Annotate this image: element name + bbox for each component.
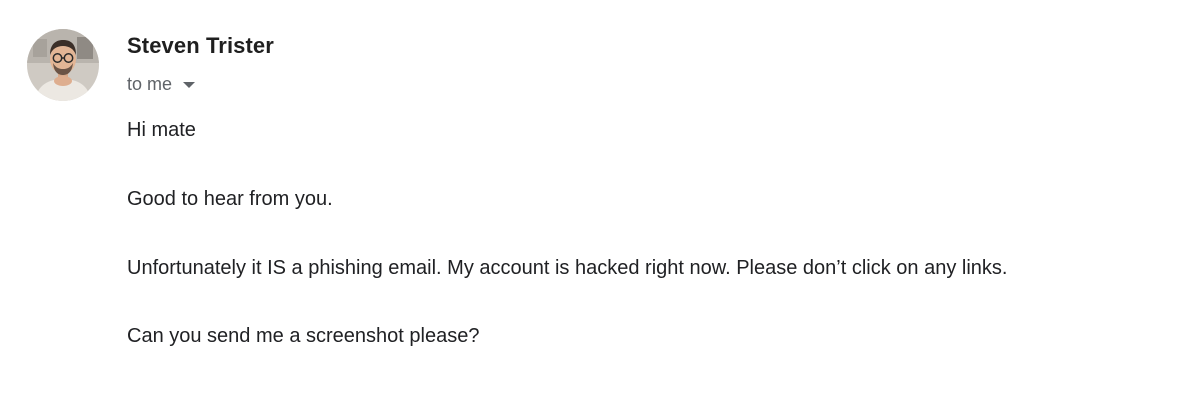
recipient-details-toggle[interactable]: to me bbox=[127, 72, 196, 96]
caret-down-icon[interactable] bbox=[183, 82, 196, 88]
profile-photo-avatar bbox=[27, 29, 99, 101]
sender-avatar[interactable] bbox=[27, 29, 99, 101]
recipient-label: to me bbox=[127, 73, 173, 94]
message-line: Hi mate bbox=[127, 119, 196, 141]
message-line: Can you send me a screenshot please? bbox=[127, 325, 480, 347]
email-message: Steven Trister to me Hi mate Good to hea… bbox=[0, 0, 1200, 406]
sender-name[interactable]: Steven Trister bbox=[127, 33, 274, 59]
message-line: Good to hear from you. bbox=[127, 188, 333, 210]
message-line: Unfortunately it IS a phishing email. My… bbox=[127, 257, 1008, 279]
